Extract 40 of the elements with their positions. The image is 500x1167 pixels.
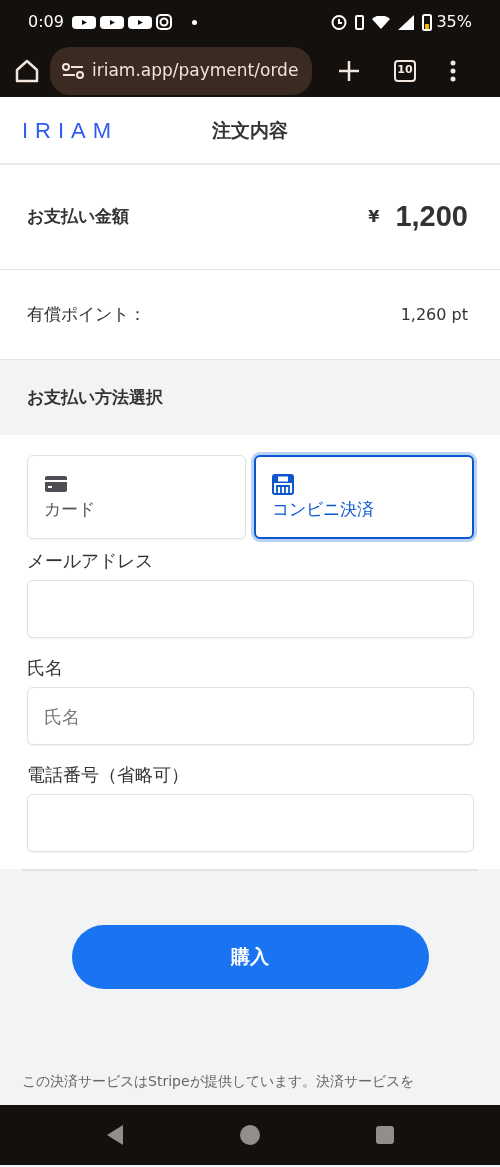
dot-icon (191, 19, 197, 25)
field-label: メールアドレス (27, 549, 154, 573)
input-field[interactable] (27, 580, 474, 638)
input-field[interactable] (27, 794, 474, 852)
input-field[interactable]: 氏名 (27, 687, 474, 745)
battery-percentage: 35% (436, 11, 472, 33)
address-bar[interactable]: iriam.app/payment/orde (50, 46, 312, 95)
amount-label: お支払い金額 (27, 205, 129, 229)
alarm-icon (331, 14, 348, 30)
payment-method-tab[interactable]: コンビニ決済 (253, 455, 474, 539)
home-circle-icon[interactable] (239, 1123, 261, 1146)
tab-count-button[interactable]: 10 (394, 59, 416, 82)
amount-value: 1,200 (395, 199, 468, 235)
payment-method-tab[interactable]: カード (27, 455, 246, 539)
play-icon (127, 15, 152, 29)
play-icon (71, 15, 96, 29)
home-icon[interactable] (14, 58, 40, 83)
credit-card-icon (44, 475, 68, 494)
purchase-button[interactable]: 購入 (71, 924, 429, 989)
play-icon (99, 15, 124, 29)
back-icon[interactable] (105, 1123, 125, 1146)
points-label: 有償ポイント： (27, 302, 146, 326)
site-settings-icon[interactable] (62, 62, 84, 79)
camera-icon (155, 14, 172, 30)
page-title: 注文内容 (212, 117, 289, 143)
wifi-icon (372, 15, 391, 29)
clock-time: 0:09 (28, 11, 64, 33)
menu-icon[interactable] (450, 59, 456, 82)
logo[interactable]: IRIAM (22, 113, 119, 147)
field-label: 氏名 (27, 656, 64, 680)
new-tab-icon[interactable] (338, 59, 360, 82)
vibrate-icon (355, 14, 365, 30)
recents-icon[interactable] (375, 1124, 395, 1145)
field-label: 電話番号（省略可） (27, 763, 190, 787)
currency-symbol: ¥ (368, 206, 380, 228)
battery-icon (422, 13, 433, 31)
stripe-notice: この決済サービスはStripeが提供しています。決済サービスを (21, 1071, 415, 1091)
points-value: 1,260 pt (400, 303, 468, 326)
section-heading: お支払い方法選択 (27, 385, 163, 409)
signal-icon (398, 14, 415, 30)
